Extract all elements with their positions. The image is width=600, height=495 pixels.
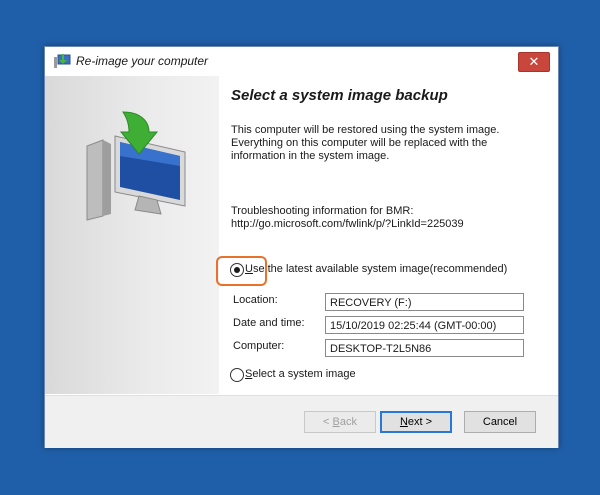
window-title: Re-image your computer xyxy=(76,54,209,68)
cancel-button[interactable]: Cancel xyxy=(464,411,536,433)
computer-value: DESKTOP-T2L5N86 xyxy=(325,339,524,357)
back-button[interactable]: < Back xyxy=(304,411,376,433)
highlight-annotation xyxy=(216,256,267,286)
troubleshoot-label: Troubleshooting information for BMR: xyxy=(231,205,414,217)
button-bar: < Back Next > Cancel xyxy=(45,395,558,448)
back-prefix: < xyxy=(323,416,333,428)
location-value: RECOVERY (F:) xyxy=(325,293,524,311)
computer-label: Computer: xyxy=(233,340,285,352)
latest-label-rest: se the latest available system image(rec… xyxy=(252,263,508,275)
next-button[interactable]: Next > xyxy=(380,411,452,433)
side-panel xyxy=(45,76,220,394)
restore-computer-icon xyxy=(54,54,71,68)
next-accel: N xyxy=(399,416,408,428)
latest-image-label[interactable]: Use the latest available system image(re… xyxy=(245,263,507,275)
back-label-rest: ack xyxy=(339,416,357,428)
reimage-dialog: Re-image your computer ✕ Select a system… xyxy=(44,46,559,448)
select-image-radio[interactable] xyxy=(230,368,244,382)
datetime-value: 15/10/2019 02:25:44 (GMT-00:00) xyxy=(325,316,524,334)
close-icon: ✕ xyxy=(528,54,540,69)
select-label-rest: elect a system image xyxy=(252,368,356,380)
restore-description: This computer will be restored using the… xyxy=(231,124,500,162)
title-bar[interactable]: Re-image your computer ✕ xyxy=(45,47,558,76)
troubleshoot-link[interactable]: http://go.microsoft.com/fwlink/p/?LinkId… xyxy=(231,218,464,230)
next-label-rest: ext > xyxy=(407,416,433,428)
location-label: Location: xyxy=(233,294,278,306)
datetime-label: Date and time: xyxy=(233,317,305,329)
select-image-label[interactable]: Select a system image xyxy=(245,368,356,380)
back-accel: B xyxy=(332,416,340,428)
close-button[interactable]: ✕ xyxy=(518,52,550,72)
page-heading: Select a system image backup xyxy=(231,87,448,104)
computer-restore-illustration xyxy=(86,111,186,221)
